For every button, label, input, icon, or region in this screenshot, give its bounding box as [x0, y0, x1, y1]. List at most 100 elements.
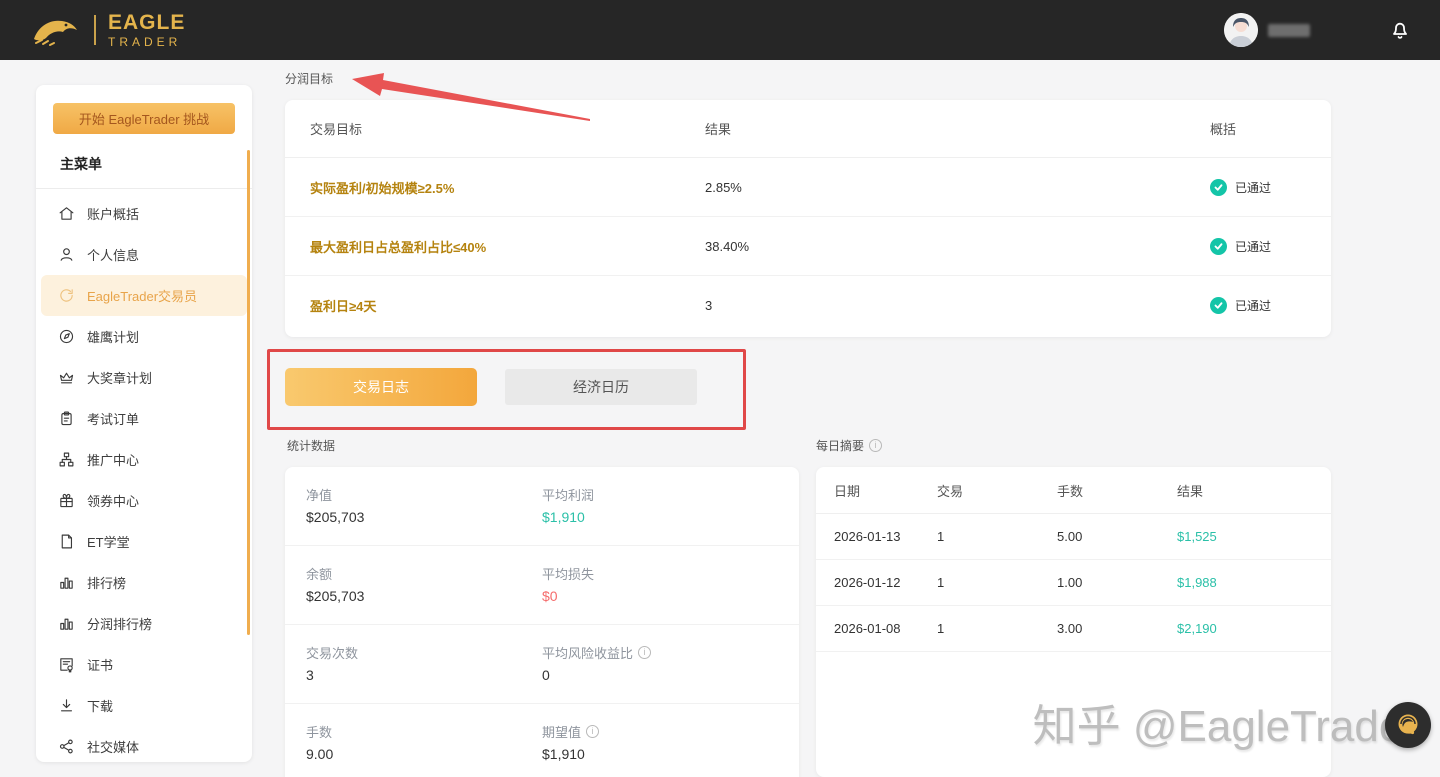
stat-lots: 手数 9.00: [285, 704, 542, 777]
status-badge: 已通过: [1210, 179, 1271, 196]
info-icon[interactable]: i: [586, 725, 599, 738]
screen: EAGLE TRADER: [0, 0, 1440, 777]
stat-row: 净值 $205,703 平均利润 $1,910: [285, 467, 799, 546]
sidebar: 开始 EagleTrader 挑战 主菜单 账户概括 个人信息 EagleTra…: [36, 85, 252, 762]
sidebar-item-download[interactable]: 下载: [36, 685, 252, 726]
check-icon: [1210, 297, 1227, 314]
sidebar-item-label: 领券中心: [87, 491, 139, 510]
start-challenge-button[interactable]: 开始 EagleTrader 挑战: [53, 103, 235, 134]
download-icon: [58, 697, 75, 714]
cell-result: $1,988: [1177, 575, 1331, 590]
sidebar-item-medallion-plan[interactable]: 大奖章计划: [36, 357, 252, 398]
status-label: 已通过: [1235, 297, 1271, 314]
daily-summary-title-text: 每日摘要: [816, 437, 864, 454]
file-icon: [58, 533, 75, 550]
table-row: 盈利日≥4天 3 已通过: [285, 276, 1331, 335]
sidebar-item-profit-leaderboard[interactable]: 分润排行榜: [36, 603, 252, 644]
compass-icon: [58, 328, 75, 345]
brand-divider: [94, 15, 96, 45]
sidebar-item-et-school[interactable]: ET学堂: [36, 521, 252, 562]
cell-date: 2026-01-12: [816, 575, 937, 590]
home-icon: [58, 205, 75, 222]
gift-icon: [58, 492, 75, 509]
cell-date: 2026-01-08: [816, 621, 937, 636]
certificate-icon: [58, 656, 75, 673]
table-row: 2026-01-12 1 1.00 $1,988: [816, 560, 1331, 606]
table-row: 2026-01-08 1 3.00 $2,190: [816, 606, 1331, 652]
stat-label: 净值: [306, 485, 542, 504]
table-row: 实际盈利/初始规模≥2.5% 2.85% 已通过: [285, 158, 1331, 217]
user-menu[interactable]: [1224, 13, 1310, 47]
sidebar-menu: 账户概括 个人信息 EagleTrader交易员 雄鹰计划 大奖章计划 考试订单: [36, 189, 252, 762]
statistics-title: 统计数据: [287, 437, 335, 454]
sidebar-item-promotion-center[interactable]: 推广中心: [36, 439, 252, 480]
user-icon: [58, 246, 75, 263]
info-icon[interactable]: i: [638, 646, 651, 659]
column-header-summary: 概括: [1210, 119, 1331, 138]
stat-value: $205,703: [306, 588, 542, 604]
stat-net-equity: 净值 $205,703: [285, 467, 542, 545]
brand-text: EAGLE TRADER: [108, 12, 185, 48]
support-chat-button[interactable]: [1385, 702, 1431, 748]
stat-avg-loss: 平均损失 $0: [542, 546, 799, 624]
table-row: 最大盈利日占总盈利占比≤40% 38.40% 已通过: [285, 217, 1331, 276]
sidebar-item-certificate[interactable]: 证书: [36, 644, 252, 685]
result-value: 2.85%: [705, 180, 1210, 195]
stat-balance: 余额 $205,703: [285, 546, 542, 624]
profit-targets-title-text: 分润目标: [285, 70, 333, 87]
column-header-result: 结果: [705, 119, 1210, 138]
stat-avg-profit: 平均利润 $1,910: [542, 467, 799, 545]
sidebar-item-label: 分润排行榜: [87, 614, 152, 633]
brand-logo: EAGLE TRADER: [30, 12, 185, 48]
clipboard-icon: [58, 410, 75, 427]
status-label: 已通过: [1235, 179, 1271, 196]
sidebar-item-label: EagleTrader交易员: [87, 286, 197, 305]
tab-economic-calendar[interactable]: 经济日历: [505, 369, 697, 405]
stat-value: 9.00: [306, 746, 542, 762]
stat-label: 平均利润: [542, 485, 799, 504]
username-redacted: [1268, 24, 1310, 37]
sidebar-item-exam-orders[interactable]: 考试订单: [36, 398, 252, 439]
stat-trade-count: 交易次数 3: [285, 625, 542, 703]
stat-label: 平均损失: [542, 564, 799, 583]
menu-heading: 主菜单: [36, 134, 252, 188]
stat-label: 余额: [306, 564, 542, 583]
sidebar-item-label: 考试订单: [87, 409, 139, 428]
eagle-logo-icon: [30, 12, 82, 48]
table-row: 2026-01-13 1 5.00 $1,525: [816, 514, 1331, 560]
sidebar-item-personal-info[interactable]: 个人信息: [36, 234, 252, 275]
stat-value: $0: [542, 588, 799, 604]
sidebar-scrollbar[interactable]: [247, 150, 250, 635]
brand-name: EAGLE: [108, 12, 185, 33]
top-header: EAGLE TRADER: [0, 0, 1440, 60]
stat-label: 手数: [306, 722, 542, 741]
stat-value: $1,910: [542, 509, 799, 525]
share-icon: [58, 738, 75, 755]
info-icon[interactable]: i: [869, 439, 882, 452]
stat-label: 期望值: [542, 722, 581, 741]
bar-chart-icon: [58, 574, 75, 591]
status-badge: 已通过: [1210, 297, 1271, 314]
goal-text: 盈利日≥4天: [285, 296, 705, 315]
stat-value: $1,910: [542, 746, 799, 762]
sidebar-item-social-media[interactable]: 社交媒体: [36, 726, 252, 762]
daily-summary-title: 每日摘要 i: [816, 437, 882, 454]
daily-summary-header-row: 日期 交易 手数 结果: [816, 467, 1331, 514]
sidebar-item-label: 证书: [87, 655, 113, 674]
sidebar-item-eagle-plan[interactable]: 雄鹰计划: [36, 316, 252, 357]
sidebar-item-account-overview[interactable]: 账户概括: [36, 193, 252, 234]
column-header-goal: 交易目标: [285, 119, 705, 138]
sidebar-item-label: 雄鹰计划: [87, 327, 139, 346]
sidebar-item-eagletrader-trader[interactable]: EagleTrader交易员: [41, 275, 247, 316]
avatar[interactable]: [1224, 13, 1258, 47]
sidebar-item-leaderboard[interactable]: 排行榜: [36, 562, 252, 603]
sidebar-item-coupon-center[interactable]: 领券中心: [36, 480, 252, 521]
stat-expectancy: 期望值 i $1,910: [542, 704, 799, 777]
notification-bell-icon[interactable]: [1388, 18, 1412, 42]
result-value: 3: [705, 298, 1210, 313]
stat-label: 交易次数: [306, 643, 542, 662]
tab-trade-log[interactable]: 交易日志: [285, 368, 477, 406]
profit-targets-card: 交易目标 结果 概括 实际盈利/初始规模≥2.5% 2.85% 已通过 最大盈利…: [285, 100, 1331, 337]
stat-row: 余额 $205,703 平均损失 $0: [285, 546, 799, 625]
goal-text: 最大盈利日占总盈利占比≤40%: [285, 237, 705, 256]
